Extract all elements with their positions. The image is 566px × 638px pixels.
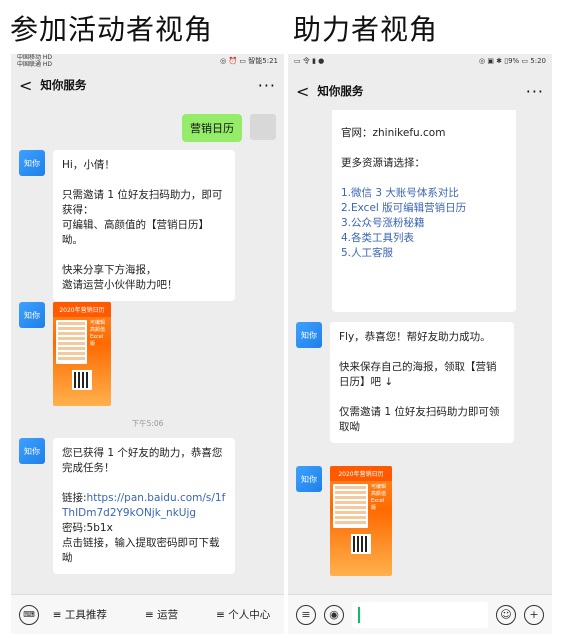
resource-option[interactable]: 4.各类工具列表 (341, 231, 507, 246)
message-line (62, 248, 226, 263)
poster-text: 可编辑 高颜值 Excel版 (371, 484, 387, 511)
resource-option[interactable]: 5.人工客服 (341, 246, 507, 261)
qr-code-icon (72, 370, 92, 390)
link-line: 链接:https://pan.baidu.com/s/1fThIDm7d2Y9k… (62, 491, 226, 521)
message-line (339, 390, 505, 405)
carrier-text: 中国移动 HD 中国联通 HD (17, 54, 53, 68)
status-icons-left: ▭ 令 ▮ ● (294, 57, 325, 65)
bot-avatar[interactable]: 知你 (19, 150, 45, 176)
input-bar: ≡ ◉ ☺ + (288, 594, 552, 634)
menu-bar: ⌨ ≡ 工具推荐 ≡ 运营 ≡ 个人中心 (11, 594, 284, 634)
poster-calendar-table (56, 320, 87, 364)
chat-navbar: < 知你服务 ··· (11, 68, 284, 102)
chat-navbar: < 知你服务 ··· (288, 74, 552, 108)
message-line: 仅需邀请 1 位好友扫码助力即可领取呦 (339, 406, 500, 433)
bot-message-bubble: 官网：zhinikefu.com 更多资源请选择： 1.微信 3 大账号体系对比… (332, 110, 516, 312)
poster-row: 知你 2020年营销日历 可编辑 高颜值 Excel版 (19, 302, 111, 406)
message-line: 只需邀请 1 位好友扫码助力，即可获得： (62, 189, 223, 216)
bot-message-bubble: Hi，小倩！ 只需邀请 1 位好友扫码助力，即可获得： 可编辑、高颜值的【营销日… (53, 150, 235, 301)
more-resources-line: 更多资源请选择： (341, 157, 425, 169)
message-line (339, 345, 505, 360)
bot-avatar[interactable]: 知你 (19, 302, 45, 328)
message-timestamp: 下午5:06 (131, 419, 164, 428)
poster-image[interactable]: 2020年营销日历 可编辑 高颜值 Excel版 (330, 466, 392, 576)
menu-item-operation[interactable]: ≡ 运营 (121, 607, 203, 622)
right-heading: 助力者视角 (293, 13, 439, 46)
message-line: 可编辑、高颜值的【营销日历】呦。 (62, 219, 209, 246)
resource-option[interactable]: 3.公众号涨粉秘籍 (341, 216, 507, 231)
bot-message-row: 知你 Hi，小倩！ 只需邀请 1 位好友扫码助力，即可获得： 可编辑、高颜值的【… (19, 150, 235, 301)
keyboard-icon[interactable]: ⌨ (19, 604, 39, 625)
user-message-row: 营销日历 (182, 114, 276, 142)
poster-text: 可编辑 高颜值 Excel版 (90, 320, 106, 347)
message-line: 点击链接，输入提取密码即可下载呦 (62, 537, 220, 564)
user-message-bubble: 营销日历 (182, 114, 242, 142)
bot-avatar[interactable]: 知你 (296, 466, 322, 492)
chat-title: 知你服务 (317, 84, 364, 98)
bot-message-row: 知你 您已获得 1 个好友的助力，恭喜您完成任务！ 链接:https://pan… (19, 438, 235, 574)
user-avatar[interactable] (250, 114, 276, 140)
message-line: Hi，小倩！ (62, 159, 115, 171)
bot-avatar[interactable]: 知你 (19, 438, 45, 464)
bot-message-row: 知你 Fly，恭喜您！帮好友助力成功。 快来保存自己的海报，领取【营销日历】吧 … (296, 322, 514, 443)
message-line: Fly，恭喜您！帮好友助力成功。 (339, 331, 491, 343)
site-line: 官网：zhinikefu.com (341, 127, 446, 139)
bot-message-bubble: 您已获得 1 个好友的助力，恭喜您完成任务！ 链接:https://pan.ba… (53, 438, 235, 574)
link-label: 链接: (62, 492, 87, 504)
status-icons: ◎ ⏰ ▭ 智能5:21 (220, 57, 278, 65)
left-heading: 参加活动者视角 (10, 13, 214, 46)
menu-toggle-icon[interactable]: ≡ (296, 604, 316, 625)
menu-item-personal-center[interactable]: ≡ 个人中心 (202, 607, 284, 622)
message-input[interactable] (352, 601, 488, 628)
message-line: 快来分享下方海报， (62, 264, 157, 276)
poster-row: 知你 2020年营销日历 可编辑 高颜值 Excel版 (296, 466, 392, 576)
menu-item-tools[interactable]: ≡ 工具推荐 (39, 607, 121, 622)
participant-phone: 中国移动 HD 中国联通 HD ◎ ⏰ ▭ 智能5:21 < 知你服务 ··· … (11, 54, 284, 634)
message-line: 您已获得 1 个好友的助力，恭喜您完成任务！ (62, 447, 223, 474)
more-icon[interactable]: ··· (526, 82, 544, 101)
message-line (62, 173, 226, 188)
poster-title: 2020年营销日历 (53, 302, 111, 317)
status-icons-right: ◎ ▣ ✱ ▯9% ▭ 5:20 (478, 57, 546, 65)
status-bar: ▭ 令 ▮ ● ◎ ▣ ✱ ▯9% ▭ 5:20 (288, 54, 552, 68)
status-bar: 中国移动 HD 中国联通 HD ◎ ⏰ ▭ 智能5:21 (11, 54, 284, 68)
bot-message-bubble: Fly，恭喜您！帮好友助力成功。 快来保存自己的海报，领取【营销日历】吧 ↓ 仅… (330, 322, 514, 443)
back-icon[interactable]: < (19, 76, 32, 95)
emoji-icon[interactable]: ☺ (496, 604, 516, 625)
bot-avatar[interactable]: 知你 (296, 322, 322, 348)
resource-option[interactable]: 1.微信 3 大账号体系对比 (341, 186, 507, 201)
chat-title: 知你服务 (40, 78, 87, 92)
poster-title: 2020年营销日历 (330, 466, 392, 481)
voice-icon[interactable]: ◉ (324, 604, 344, 625)
download-link[interactable]: https://pan.baidu.com/s/1fThIDm7d2Y9kONj… (62, 492, 225, 519)
qr-code-icon (351, 534, 371, 554)
plus-icon[interactable]: + (524, 604, 544, 625)
poster-calendar-table (333, 484, 368, 528)
code-line: 密码:5b1x (62, 522, 113, 534)
helper-phone: ▭ 令 ▮ ● ◎ ▣ ✱ ▯9% ▭ 5:20 < 知你服务 ··· 官网：z… (288, 54, 552, 634)
back-icon[interactable]: < (296, 82, 309, 101)
resource-option[interactable]: 2.Excel 版可编辑营销日历 (341, 201, 507, 216)
message-line: 邀请运营小伙伴助力吧！ (62, 279, 178, 291)
poster-image[interactable]: 2020年营销日历 可编辑 高颜值 Excel版 (53, 302, 111, 406)
message-line: 快来保存自己的海报，领取【营销日历】吧 ↓ (339, 361, 497, 388)
more-icon[interactable]: ··· (258, 76, 276, 95)
